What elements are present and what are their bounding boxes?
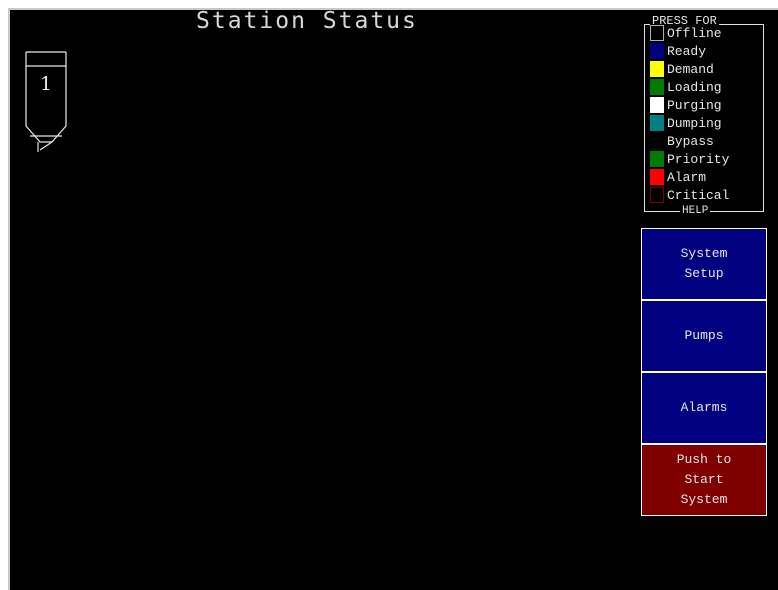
alarms-button[interactable]: Alarms	[641, 372, 767, 444]
legend-item-demand: Demand	[650, 60, 729, 78]
legend-label: Alarm	[667, 169, 707, 185]
system-setup-button[interactable]: System Setup	[641, 228, 767, 300]
legend-item-purging: Purging	[650, 96, 729, 114]
hopper-icon	[25, 51, 67, 152]
legend-label: Purging	[667, 97, 722, 113]
legend-item-bypass: Bypass	[650, 132, 729, 150]
legend-label: Ready	[667, 43, 707, 59]
legend-label: Demand	[667, 61, 714, 77]
legend-swatch	[650, 169, 664, 185]
legend-label: Bypass	[667, 133, 714, 149]
legend-label: Loading	[667, 79, 722, 95]
legend-swatch	[650, 97, 664, 113]
legend-label: Dumping	[667, 115, 722, 131]
legend-swatch	[650, 133, 664, 149]
station-number: 1	[39, 73, 53, 95]
legend-item-critical: Critical	[650, 186, 729, 204]
legend-item-dumping: Dumping	[650, 114, 729, 132]
legend-swatch	[650, 61, 664, 77]
legend-label: Offline	[667, 25, 722, 41]
pumps-button[interactable]: Pumps	[641, 300, 767, 372]
legend-item-loading: Loading	[650, 78, 729, 96]
legend-label: Priority	[667, 151, 730, 167]
legend-item-ready: Ready	[650, 42, 729, 60]
legend-swatch	[650, 79, 664, 95]
start-system-button[interactable]: Push to Start System	[641, 444, 767, 516]
legend-help-label: HELP	[680, 205, 711, 217]
legend-item-priority: Priority	[650, 150, 729, 168]
legend-label: Critical	[667, 187, 730, 203]
station-1-hopper[interactable]: 1	[24, 40, 70, 156]
legend-list: Offline Ready Demand Loading Purging Dumping B…	[650, 24, 729, 204]
legend-swatch	[650, 43, 664, 59]
legend-swatch	[650, 187, 664, 203]
page-title: Station Status	[196, 8, 418, 34]
legend-swatch	[650, 151, 664, 167]
legend-item-offline: Offline	[650, 24, 729, 42]
legend-swatch	[650, 25, 664, 41]
legend-swatch	[650, 115, 664, 131]
legend-item-alarm: Alarm	[650, 168, 729, 186]
